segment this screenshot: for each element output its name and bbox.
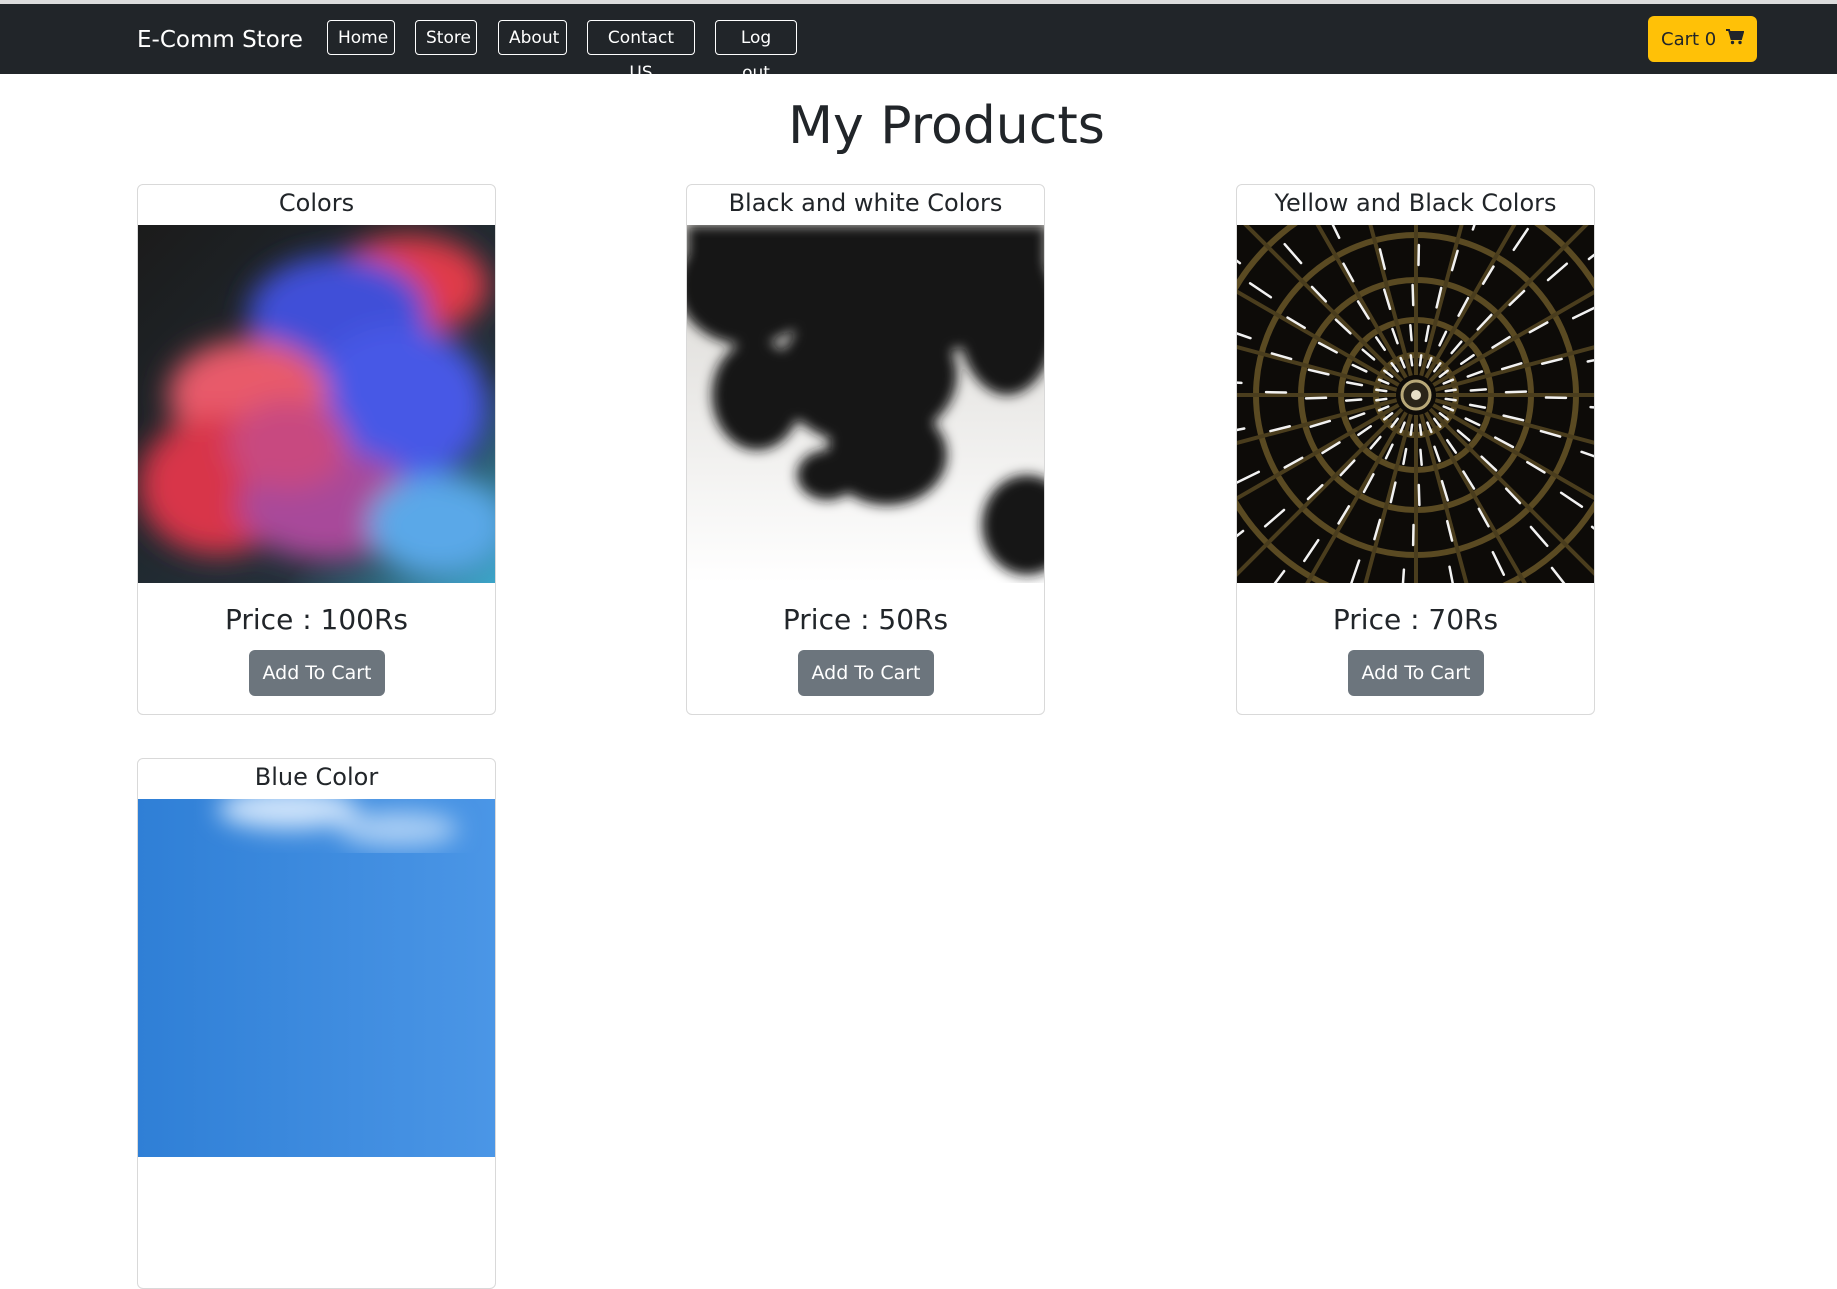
nav-logout-button[interactable]: Log out xyxy=(715,20,797,55)
nav-home-button[interactable]: Home xyxy=(327,20,395,55)
cart-button[interactable]: Cart 0 xyxy=(1648,16,1757,62)
add-to-cart-button[interactable]: Add To Cart xyxy=(249,650,385,696)
product-price: Price : 50Rs xyxy=(687,603,1044,637)
product-card: Yellow and Black Colors Price : 70Rs Add… xyxy=(1236,184,1595,715)
radial-lights-image xyxy=(1237,225,1595,583)
product-title: Yellow and Black Colors xyxy=(1237,185,1594,225)
page-title: My Products xyxy=(0,96,1837,156)
nav-contact-button[interactable]: Contact US xyxy=(587,20,695,55)
nav-about-button[interactable]: About xyxy=(498,20,567,55)
product-price: Price : 100Rs xyxy=(138,603,495,637)
product-title: Colors xyxy=(138,185,495,225)
brand-link[interactable]: E-Comm Store xyxy=(137,26,303,54)
product-card: Colors Price : xyxy=(137,184,496,715)
product-card: Black and white Colors xyxy=(686,184,1045,715)
product-title: Blue Color xyxy=(138,759,495,799)
cart-label: Cart 0 xyxy=(1661,29,1716,50)
black-ink-image xyxy=(687,225,1045,583)
blue-sky-image xyxy=(138,799,496,1157)
product-price: Price : 70Rs xyxy=(1237,603,1594,637)
product-title: Black and white Colors xyxy=(687,185,1044,225)
nav-store-button[interactable]: Store xyxy=(415,20,477,55)
add-to-cart-button[interactable]: Add To Cart xyxy=(1348,650,1484,696)
product-card: Blue Color xyxy=(137,758,496,1289)
add-to-cart-button[interactable]: Add To Cart xyxy=(798,650,934,696)
navbar: E-Comm Store Home Store About Contact US… xyxy=(0,4,1837,74)
colorful-smoke-image xyxy=(138,225,496,583)
cart-icon xyxy=(1726,17,1744,63)
